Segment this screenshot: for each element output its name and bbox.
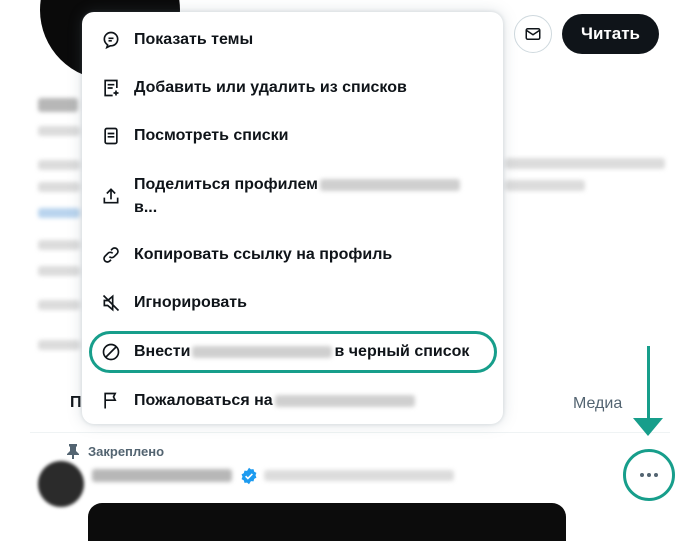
bio-line-blurred <box>38 182 80 192</box>
follow-button[interactable]: Читать <box>562 14 659 54</box>
menu-item-add-remove-lists[interactable]: Добавить или удалить из списков <box>82 76 503 100</box>
message-button[interactable] <box>514 15 552 53</box>
menu-item-label: Игнорировать <box>134 294 247 311</box>
bio-line-blurred <box>38 160 80 170</box>
username-blurred <box>320 178 460 191</box>
profile-name-blurred <box>38 98 78 112</box>
post-more-button[interactable] <box>623 449 675 501</box>
post-author-blurred[interactable] <box>92 469 232 482</box>
username-blurred <box>274 394 415 407</box>
tab-media[interactable]: Медиа <box>573 395 622 413</box>
pinned-label: Закреплено <box>88 443 165 459</box>
menu-item-label: Пожаловаться на <box>134 391 417 411</box>
share-label-end: в... <box>134 199 158 216</box>
post-handle-blurred <box>264 470 454 481</box>
menu-item-report[interactable]: Пожаловаться на <box>82 389 503 413</box>
menu-item-label: Поделиться профилем <box>134 175 462 195</box>
pin-icon <box>66 443 80 459</box>
bio-line-blurred <box>38 266 80 276</box>
post-media[interactable] <box>88 503 566 541</box>
flag-icon <box>100 390 122 412</box>
menu-item-label: Добавить или удалить из списков <box>134 79 407 96</box>
bio-line-blurred <box>505 158 665 169</box>
menu-item-share-profile[interactable]: Поделиться профилем в... <box>82 172 503 220</box>
bio-line-blurred <box>505 180 585 191</box>
share-label-start: Поделиться профилем <box>134 176 318 193</box>
list-add-icon <box>100 77 122 99</box>
pinned-indicator: Закреплено <box>66 443 164 459</box>
divider <box>30 432 670 433</box>
report-label-start: Пожаловаться на <box>134 392 273 409</box>
post-avatar[interactable] <box>38 461 84 507</box>
bio-line-blurred <box>38 340 80 350</box>
link-icon <box>100 244 122 266</box>
menu-item-mute[interactable]: Игнорировать <box>82 291 503 315</box>
bio-link-blurred[interactable] <box>38 208 80 218</box>
lists-icon <box>100 125 122 147</box>
menu-item-view-lists[interactable]: Посмотреть списки <box>82 124 503 148</box>
topics-icon <box>100 29 122 51</box>
menu-item-label: Копировать ссылку на профиль <box>134 246 393 263</box>
mute-icon <box>100 292 122 314</box>
verified-badge-icon <box>241 467 257 485</box>
bio-line-blurred <box>38 240 80 250</box>
menu-item-copy-link[interactable]: Копировать ссылку на профиль <box>82 243 503 267</box>
menu-item-label: Посмотреть списки <box>134 127 289 144</box>
menu-item-label: Показать темы <box>134 31 254 48</box>
mail-icon <box>525 28 541 40</box>
annotation-highlight <box>89 331 497 373</box>
tab-posts[interactable]: П <box>70 394 82 412</box>
share-icon <box>100 185 122 207</box>
profile-handle-blurred <box>38 126 80 136</box>
menu-item-show-topics[interactable]: Показать темы <box>82 28 503 52</box>
bio-line-blurred <box>38 300 80 310</box>
more-horizontal-icon <box>640 473 658 477</box>
annotation-arrow-head <box>633 418 663 436</box>
